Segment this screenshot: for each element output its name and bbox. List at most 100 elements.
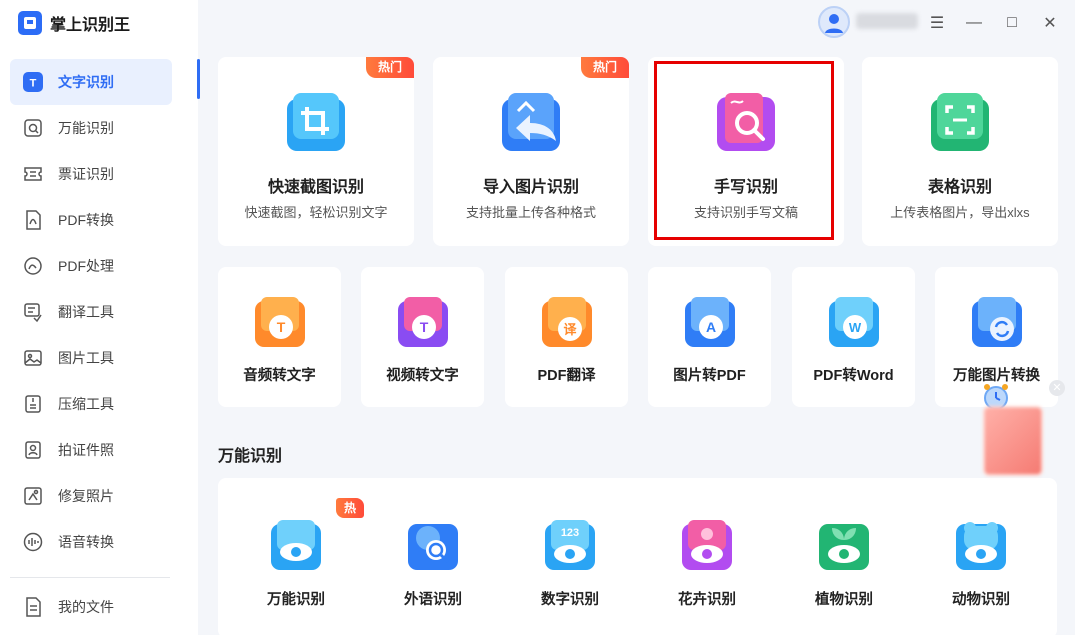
sidebar-item-label: 票证识别 — [58, 166, 114, 182]
item-title: 外语识别 — [404, 592, 462, 608]
flower-icon — [678, 516, 736, 574]
sidebar-item-label: 我的文件 — [58, 599, 114, 615]
card-title: 快速截图识别 — [267, 179, 364, 196]
username-blurred[interactable] — [856, 13, 918, 29]
minimize-button[interactable]: — — [961, 10, 987, 36]
app-title: 掌上识别王 — [50, 17, 131, 34]
handwriting-icon — [713, 89, 779, 155]
menu-icon: ☰ — [929, 15, 945, 32]
card-title: 表格识别 — [927, 179, 992, 196]
pdf-convert-icon — [22, 209, 44, 231]
sidebar-item-label: 文字识别 — [58, 74, 114, 90]
universal-panel: 热门 万能识别 外语识别 123 数字识别 花卉识别 植物识别 动物识别 — [218, 478, 1057, 635]
card-title: PDF转Word — [813, 368, 894, 384]
svg-text:W: W — [848, 320, 861, 335]
item-title: 动物识别 — [952, 592, 1010, 608]
active-indicator — [197, 59, 200, 99]
card-pdf-to-word[interactable]: W PDF转Word — [792, 267, 915, 407]
number-glyph: 123 — [561, 527, 579, 539]
card-title: PDF翻译 — [537, 368, 596, 384]
sidebar-item-image-tool[interactable]: 图片工具 — [10, 335, 172, 381]
card-quick-screenshot[interactable]: 热门 快速截图识别 快速截图，轻松识别文字 — [218, 57, 414, 246]
image-tool-icon — [22, 347, 44, 369]
close-icon: ✕ — [1052, 382, 1062, 394]
hot-badge: 热门 — [580, 57, 629, 78]
translate-icon — [22, 301, 44, 323]
compress-icon — [22, 393, 44, 415]
voice-convert-icon — [22, 531, 44, 553]
maximize-button[interactable]: □ — [999, 10, 1025, 36]
card-title: 音频转文字 — [243, 368, 316, 384]
sidebar: 掌上识别王 T 文字识别 万能识别 票证识别 PDF转换 PDF处理 翻译工具 … — [0, 0, 198, 635]
sidebar-item-voice-convert[interactable]: 语音转换 — [10, 519, 172, 565]
avatar[interactable] — [818, 6, 850, 38]
app-logo-icon — [18, 11, 42, 35]
sidebar-item-label: 图片工具 — [58, 350, 114, 366]
pdf-to-word-icon: W — [825, 293, 883, 351]
item-number-recognition[interactable]: 123 数字识别 — [510, 478, 630, 635]
sidebar-item-label: 修复照片 — [58, 488, 114, 504]
card-audio-to-text[interactable]: T 音频转文字 — [218, 267, 341, 407]
sidebar-nav: T 文字识别 万能识别 票证识别 PDF转换 PDF处理 翻译工具 图片工具 压… — [10, 59, 172, 565]
sidebar-item-compress[interactable]: 压缩工具 — [10, 381, 172, 427]
sidebar-item-label: PDF转换 — [58, 212, 114, 228]
sidebar-item-label: 压缩工具 — [58, 396, 114, 412]
sidebar-item-pdf-convert[interactable]: PDF转换 — [10, 197, 172, 243]
hot-badge: 热门 — [365, 57, 414, 78]
repair-photo-icon — [22, 485, 44, 507]
svg-text:T: T — [30, 78, 37, 90]
menu-button[interactable]: ☰ — [924, 10, 950, 36]
title-bar: ☰ — □ ✕ — [198, 0, 1075, 46]
item-foreign-language[interactable]: 外语识别 — [373, 478, 493, 635]
sidebar-item-ticket[interactable]: 票证识别 — [10, 151, 172, 197]
sidebar-item-id-photo[interactable]: 拍证件照 — [10, 427, 172, 473]
audio-icon: T — [251, 293, 309, 351]
sidebar-item-my-files[interactable]: 我的文件 — [10, 584, 172, 630]
pdf-process-icon — [22, 255, 44, 277]
item-universal-recognition[interactable]: 热门 万能识别 — [236, 478, 365, 635]
table-icon — [927, 89, 993, 155]
screenshot-icon — [283, 89, 349, 155]
item-flower-recognition[interactable]: 花卉识别 — [647, 478, 767, 635]
card-title: 导入图片识别 — [482, 179, 579, 196]
item-plant-recognition[interactable]: 植物识别 — [784, 478, 904, 635]
card-pdf-translate[interactable]: 译 PDF翻译 — [505, 267, 628, 407]
card-title: 图片转PDF — [673, 368, 746, 384]
brand: 掌上识别王 — [18, 11, 130, 35]
item-animal-recognition[interactable]: 动物识别 — [921, 478, 1041, 635]
svg-text:译: 译 — [563, 323, 577, 338]
globe-search-icon — [404, 516, 462, 574]
card-video-to-text[interactable]: T 视频转文字 — [361, 267, 484, 407]
card-subtitle: 快速截图，轻松识别文字 — [244, 205, 388, 220]
card-import-image[interactable]: 热门 导入图片识别 支持批量上传各种格式 — [433, 57, 629, 246]
pdf-translate-icon: 译 — [538, 293, 596, 351]
ticket-icon — [22, 163, 44, 185]
plant-icon — [815, 516, 873, 574]
sidebar-item-pdf-process[interactable]: PDF处理 — [10, 243, 172, 289]
sidebar-item-text-recognition[interactable]: T 文字识别 — [10, 59, 172, 105]
sidebar-item-universal[interactable]: 万能识别 — [10, 105, 172, 151]
card-table[interactable]: 表格识别 上传表格图片，导出xlxs — [862, 57, 1058, 246]
card-subtitle: 上传表格图片，导出xlxs — [890, 205, 1030, 220]
float-close-button[interactable]: ✕ — [1049, 380, 1065, 396]
item-title: 花卉识别 — [678, 592, 736, 608]
text-recognition-icon: T — [22, 71, 44, 93]
svg-text:A: A — [705, 319, 715, 335]
image-to-pdf-icon: A — [681, 293, 739, 351]
universal-scan-icon — [22, 117, 44, 139]
card-handwriting[interactable]: 手写识别 支持识别手写文稿 — [648, 57, 844, 246]
sidebar-item-translate[interactable]: 翻译工具 — [10, 289, 172, 335]
sidebar-item-label: 拍证件照 — [58, 442, 114, 458]
svg-text:T: T — [276, 319, 285, 335]
import-image-icon — [498, 89, 564, 155]
card-image-to-pdf[interactable]: A 图片转PDF — [648, 267, 771, 407]
svg-text:T: T — [419, 319, 428, 335]
sidebar-item-repair-photo[interactable]: 修复照片 — [10, 473, 172, 519]
floating-promo[interactable] — [983, 406, 1043, 476]
item-title: 万能识别 — [267, 592, 325, 608]
close-button[interactable]: ✕ — [1037, 10, 1063, 36]
animal-icon — [952, 516, 1010, 574]
sidebar-item-label: 翻译工具 — [58, 304, 114, 320]
section-title-universal: 万能识别 — [218, 448, 283, 465]
sidebar-item-label: 语音转换 — [58, 534, 114, 550]
